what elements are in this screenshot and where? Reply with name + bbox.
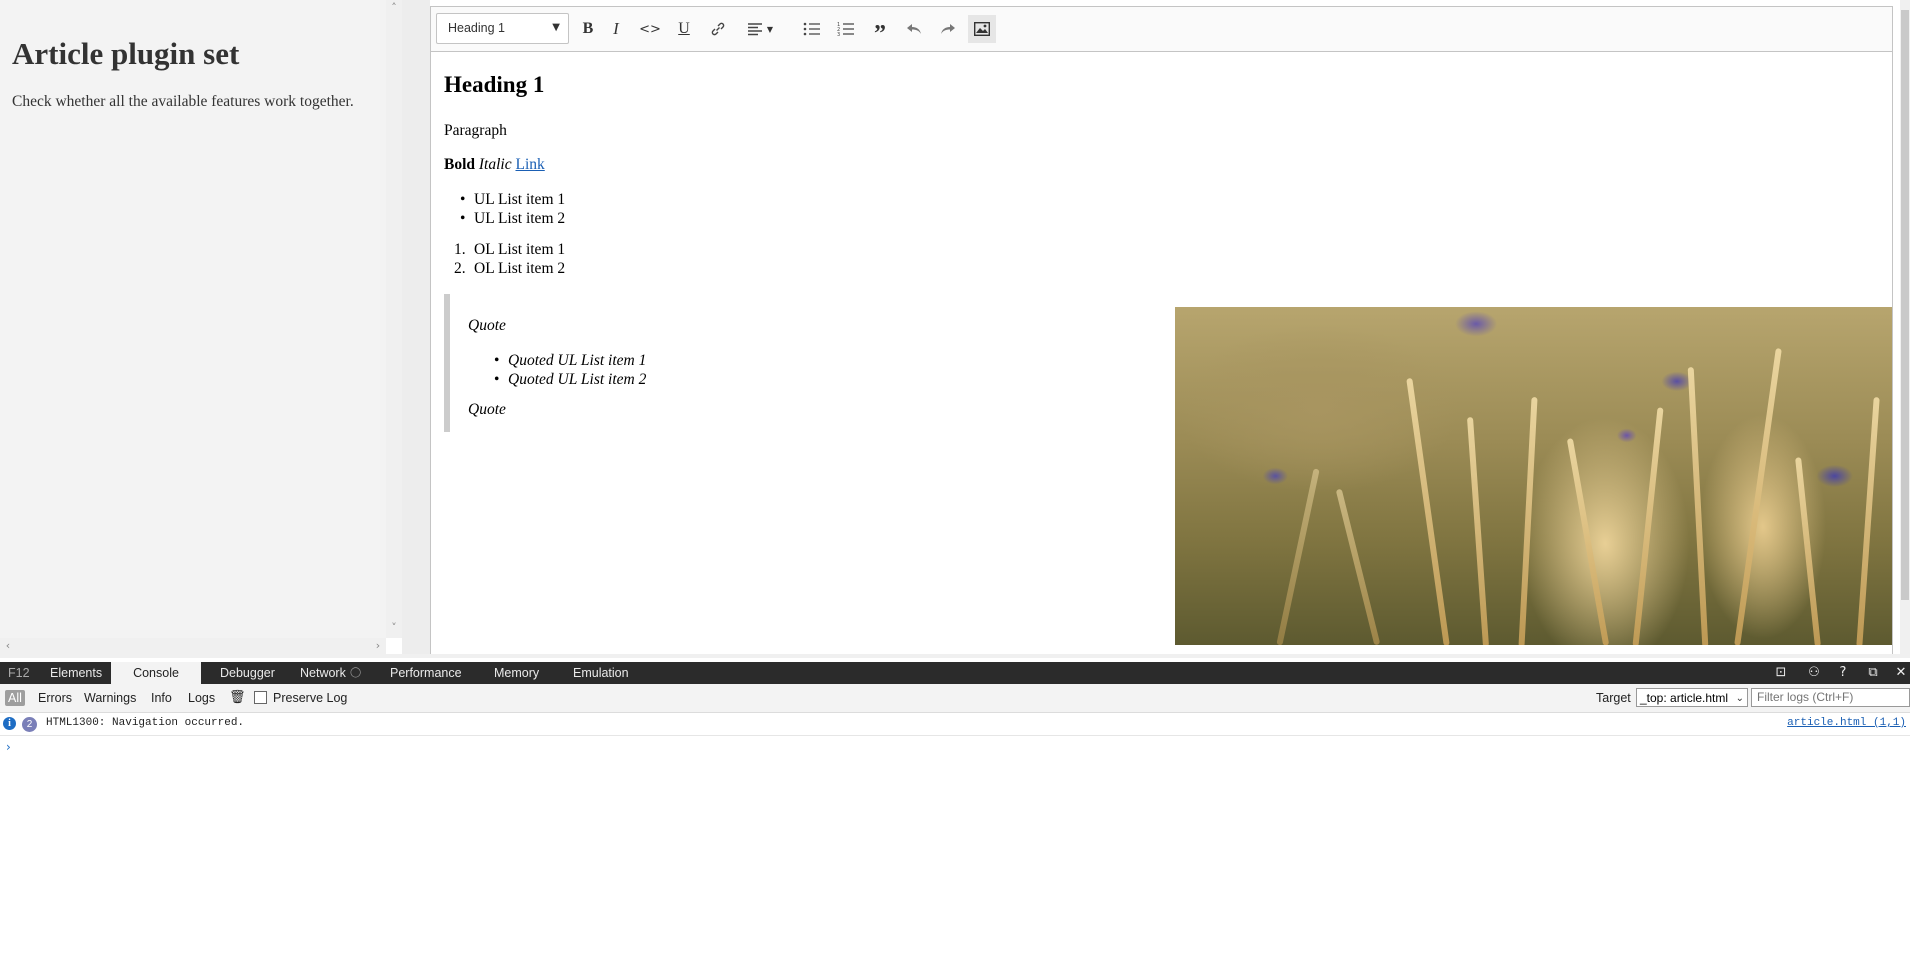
bold-icon: B: [582, 20, 594, 37]
preserve-log-checkbox[interactable]: [254, 691, 267, 704]
message-count-badge: 2: [22, 717, 37, 732]
italic-text: Italic: [478, 156, 512, 173]
preserve-log-label: Preserve Log: [273, 691, 348, 705]
tab-elements[interactable]: Elements: [50, 662, 102, 684]
page-title: Article plugin set: [12, 36, 240, 71]
blockquote-icon: ”: [874, 20, 886, 47]
tab-console[interactable]: Console: [111, 662, 201, 684]
redo-button[interactable]: [934, 15, 962, 43]
console-message: i 2 HTML1300: Navigation occurred. artic…: [0, 713, 1910, 736]
image-button[interactable]: [968, 15, 996, 43]
undo-button[interactable]: [900, 15, 928, 43]
align-icon: [747, 23, 762, 36]
filter-warnings[interactable]: Warnings: [84, 690, 136, 706]
target-select[interactable]: _top: article.html ⌄: [1636, 688, 1748, 707]
quote-text: Quote: [468, 317, 506, 334]
italic-button[interactable]: I: [602, 15, 630, 43]
numbered-list-icon: 123: [837, 22, 854, 37]
scroll-down-icon[interactable]: ˅: [386, 620, 402, 636]
filter-logs-input[interactable]: [1751, 688, 1910, 707]
list-item: • Quoted UL List item 1: [494, 352, 647, 369]
console-filter-bar: All Errors Warnings Info Logs 🗑 Preserve…: [0, 684, 1910, 713]
svg-text:3: 3: [837, 32, 840, 37]
blockquote: [444, 294, 454, 432]
blockquote-button[interactable]: ”: [866, 15, 894, 47]
sidebar-vertical-scrollbar[interactable]: ˄ ˅: [386, 0, 402, 638]
undo-icon: [907, 24, 921, 34]
bold-button[interactable]: B: [574, 15, 602, 43]
chevron-down-icon: ▼: [552, 22, 560, 33]
content-heading: Heading 1: [444, 72, 545, 97]
code-icon: <>: [639, 21, 661, 37]
wheat-field-image[interactable]: [1175, 307, 1892, 645]
list-item: • UL List item 1: [460, 191, 566, 208]
numbered-list-button[interactable]: 123: [832, 15, 860, 43]
close-icon[interactable]: ✕: [1891, 662, 1910, 684]
formatted-line: Bold Italic Link: [444, 156, 545, 174]
unordered-list: • UL List item 1 • UL List item 2: [460, 190, 566, 228]
filter-all[interactable]: All: [5, 690, 25, 706]
filter-logs[interactable]: Logs: [188, 690, 215, 706]
editor-vertical-scrollbar[interactable]: [1900, 0, 1910, 654]
list-item: 1. OL List item 1: [454, 241, 566, 258]
chevron-down-icon: ▼: [766, 24, 774, 34]
link-button[interactable]: [704, 15, 732, 43]
f12-label: F12: [8, 666, 30, 680]
scroll-right-icon[interactable]: ›: [370, 638, 386, 654]
help-icon[interactable]: ?: [1833, 662, 1853, 684]
image-icon: [974, 22, 990, 36]
scroll-up-icon[interactable]: ˄: [386, 0, 402, 16]
sidebar-horizontal-scrollbar[interactable]: ‹ ›: [0, 638, 386, 654]
blockquote-bar: [444, 294, 450, 432]
tab-debugger[interactable]: Debugger: [220, 662, 275, 684]
tab-emulation[interactable]: Emulation: [573, 662, 629, 684]
rich-text-editor[interactable]: Heading 1 ▼ B I <> U ▼ 123 ” Heading 1 P…: [430, 6, 1893, 654]
devtools-splitter[interactable]: [0, 654, 1910, 658]
network-record-icon: ◯: [350, 667, 362, 678]
link-icon: [711, 22, 725, 36]
console-toggle-icon[interactable]: ⊡: [1771, 662, 1791, 684]
devtools-tab-bar: F12 Elements Console Debugger Network ◯ …: [0, 662, 1910, 684]
filter-errors[interactable]: Errors: [38, 690, 72, 706]
bulleted-list-button[interactable]: [798, 15, 826, 43]
underline-icon: U: [678, 20, 690, 37]
editor-content[interactable]: Heading 1 Paragraph Bold Italic Link • UL…: [444, 51, 1892, 654]
content-paragraph: Paragraph: [444, 122, 507, 139]
list-item: • Quoted UL List item 2: [494, 371, 647, 388]
code-button[interactable]: <>: [636, 15, 664, 43]
ordered-list: 1. OL List item 1 2. OL List item 2: [454, 240, 566, 278]
quote-text: Quote: [468, 401, 506, 418]
sidebar: Article plugin set Check whether all the…: [0, 0, 386, 654]
redo-icon: [941, 24, 955, 34]
underline-button[interactable]: U: [670, 15, 698, 43]
tab-memory[interactable]: Memory: [494, 662, 539, 684]
clear-console-icon[interactable]: 🗑: [229, 690, 246, 706]
editor-toolbar: Heading 1 ▼ B I <> U ▼ 123 ”: [431, 7, 1892, 52]
quoted-list: • Quoted UL List item 1 • Quoted UL List i…: [494, 351, 647, 389]
bold-text: Bold: [444, 156, 476, 173]
scrollbar-thumb[interactable]: [1901, 10, 1909, 600]
tab-network[interactable]: Network: [300, 662, 346, 684]
list-item: • UL List item 2: [460, 210, 566, 227]
tab-performance[interactable]: Performance: [390, 662, 462, 684]
target-label: Target: [1596, 691, 1631, 705]
console-prompt[interactable]: ›: [6, 740, 11, 754]
align-dropdown[interactable]: ▼: [740, 15, 780, 43]
heading-dropdown-label: Heading 1: [448, 21, 505, 35]
undock-icon[interactable]: ⧉: [1863, 662, 1883, 684]
connect-icon[interactable]: ⚇: [1804, 662, 1824, 684]
chevron-down-icon: ⌄: [1735, 693, 1744, 704]
info-icon: i: [3, 717, 16, 730]
italic-icon: I: [613, 19, 619, 38]
heading-dropdown[interactable]: Heading 1 ▼: [436, 13, 569, 44]
bulleted-list-icon: [803, 22, 820, 36]
pane-gutter: [402, 0, 430, 654]
list-item: 2. OL List item 2: [454, 260, 566, 277]
content-link[interactable]: Link: [515, 156, 544, 173]
scroll-left-icon[interactable]: ‹: [0, 638, 16, 654]
page-description: Check whether all the available features…: [12, 93, 354, 110]
filter-info[interactable]: Info: [151, 690, 172, 706]
message-text: HTML1300: Navigation occurred.: [46, 717, 245, 729]
message-source-link[interactable]: article.html (1,1): [1787, 717, 1906, 729]
